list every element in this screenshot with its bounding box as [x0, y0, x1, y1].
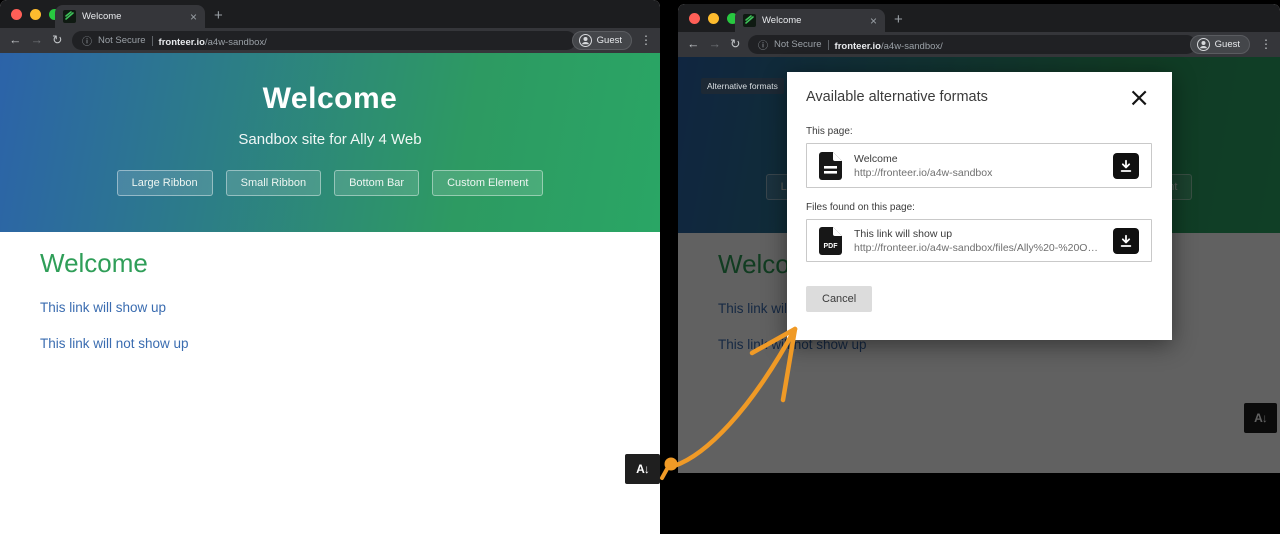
alternative-formats-tooltip: Alternative formats [701, 78, 784, 94]
url-path: /a4w-sandbox/ [205, 37, 267, 48]
files-found-label: Files found on this page: [806, 202, 1152, 213]
tab-strip: Welcome × + [0, 0, 660, 28]
format-row-page[interactable]: Welcome http://fronteer.io/a4w-sandbox [806, 143, 1152, 188]
link-will-show-up[interactable]: This link will show up [40, 300, 660, 315]
site-favicon-icon [63, 10, 76, 23]
custom-element-button[interactable]: Custom Element [432, 170, 543, 196]
alternative-formats-button[interactable]: A↓ [625, 454, 660, 484]
a11y-download-icon: A↓ [636, 462, 649, 476]
close-window-button[interactable] [689, 13, 700, 24]
screenshot-stage: Welcome × + ← → ↻ ⓘ Not Secure fronteer.… [0, 0, 1280, 534]
format-title: This link will show up [854, 228, 1101, 240]
svg-text:PDF: PDF [824, 243, 839, 250]
content-heading: Welcome [40, 248, 660, 279]
info-icon[interactable]: ⓘ [82, 33, 92, 48]
download-icon [1119, 234, 1133, 248]
kebab-menu-icon[interactable]: ⋮ [1260, 37, 1272, 51]
security-label: Not Secure [98, 35, 146, 46]
browser-window-right: Welcome × + ← → ↻ ⓘ Not Secure fronteer.… [678, 4, 1280, 473]
tab-strip: Welcome × + [678, 4, 1280, 32]
tab-welcome[interactable]: Welcome × [735, 9, 885, 32]
modal-title: Available alternative formats [806, 89, 1128, 105]
bottom-bar-button[interactable]: Bottom Bar [334, 170, 419, 196]
minimize-window-button[interactable] [708, 13, 719, 24]
tab-close-icon[interactable]: × [870, 15, 877, 27]
browser-window-left: Welcome × + ← → ↻ ⓘ Not Secure fronteer.… [0, 0, 660, 534]
cancel-button[interactable]: Cancel [806, 286, 872, 312]
tab-title: Welcome [762, 15, 864, 26]
close-window-button[interactable] [11, 9, 22, 20]
url-host: fronteer.io [159, 37, 205, 48]
this-page-label: This page: [806, 126, 1152, 137]
tab-welcome[interactable]: Welcome × [55, 5, 205, 28]
back-icon[interactable]: ← [687, 38, 700, 51]
window-controls[interactable] [11, 9, 60, 20]
hero-title: Welcome [0, 53, 660, 116]
address-bar[interactable]: ⓘ Not Secure fronteer.io/a4w-sandbox/ [748, 35, 1196, 54]
person-icon [579, 34, 592, 47]
page-content: Welcome This link will show up This link… [0, 232, 660, 351]
new-tab-button[interactable]: + [214, 6, 223, 26]
new-tab-button[interactable]: + [894, 10, 903, 30]
profile-label: Guest [597, 35, 622, 46]
alternative-formats-modal: Available alternative formats × This pag… [787, 72, 1172, 340]
link-will-not-show-up[interactable]: This link will not show up [40, 336, 660, 351]
web-page: Welcome Sandbox site for Ally 4 Web Larg… [0, 53, 660, 534]
hero-subtitle: Sandbox site for Ally 4 Web [0, 131, 660, 148]
back-icon[interactable]: ← [9, 34, 22, 47]
info-icon[interactable]: ⓘ [758, 37, 768, 52]
url-host: fronteer.io [835, 41, 881, 52]
profile-chip[interactable]: Guest [572, 31, 632, 50]
forward-icon[interactable]: → [709, 38, 722, 51]
address-bar[interactable]: ⓘ Not Secure fronteer.io/a4w-sandbox/ [72, 31, 576, 50]
omnibox-divider [152, 36, 153, 46]
web-page: Welcome Sandbox site for Ally 4 Web Larg… [678, 57, 1280, 473]
forward-icon[interactable]: → [31, 34, 44, 47]
download-icon [1119, 159, 1133, 173]
profile-chip[interactable]: Guest [1190, 35, 1250, 54]
reload-icon[interactable]: ↻ [52, 34, 62, 47]
profile-label: Guest [1215, 39, 1240, 50]
browser-toolbar: ← → ↻ ⓘ Not Secure fronteer.io/a4w-sandb… [0, 28, 660, 53]
minimize-window-button[interactable] [30, 9, 41, 20]
site-favicon-icon [743, 14, 756, 27]
tab-close-icon[interactable]: × [190, 11, 197, 23]
format-row-pdf[interactable]: PDF This link will show up http://fronte… [806, 219, 1152, 262]
hero-button-row: Large Ribbon Small Ribbon Bottom Bar Cus… [0, 170, 660, 196]
reload-icon[interactable]: ↻ [730, 38, 740, 51]
format-title: Welcome [854, 153, 1101, 165]
document-file-icon [819, 152, 842, 180]
browser-toolbar: ← → ↻ ⓘ Not Secure fronteer.io/a4w-sandb… [678, 32, 1280, 57]
url-path: /a4w-sandbox/ [881, 41, 943, 52]
window-controls[interactable] [689, 13, 738, 24]
pdf-file-icon: PDF [819, 227, 842, 255]
close-icon[interactable]: × [1128, 89, 1150, 107]
omnibox-divider [828, 40, 829, 50]
format-url: http://fronteer.io/a4w-sandbox [854, 167, 1101, 179]
small-ribbon-button[interactable]: Small Ribbon [226, 170, 321, 196]
kebab-menu-icon[interactable]: ⋮ [640, 33, 652, 47]
security-label: Not Secure [774, 39, 822, 50]
download-button[interactable] [1113, 228, 1139, 254]
tab-title: Welcome [82, 11, 184, 22]
person-icon [1197, 38, 1210, 51]
large-ribbon-button[interactable]: Large Ribbon [117, 170, 213, 196]
download-button[interactable] [1113, 153, 1139, 179]
hero-banner: Welcome Sandbox site for Ally 4 Web Larg… [0, 53, 660, 232]
format-url: http://fronteer.io/a4w-sandbox/files/All… [854, 242, 1101, 254]
